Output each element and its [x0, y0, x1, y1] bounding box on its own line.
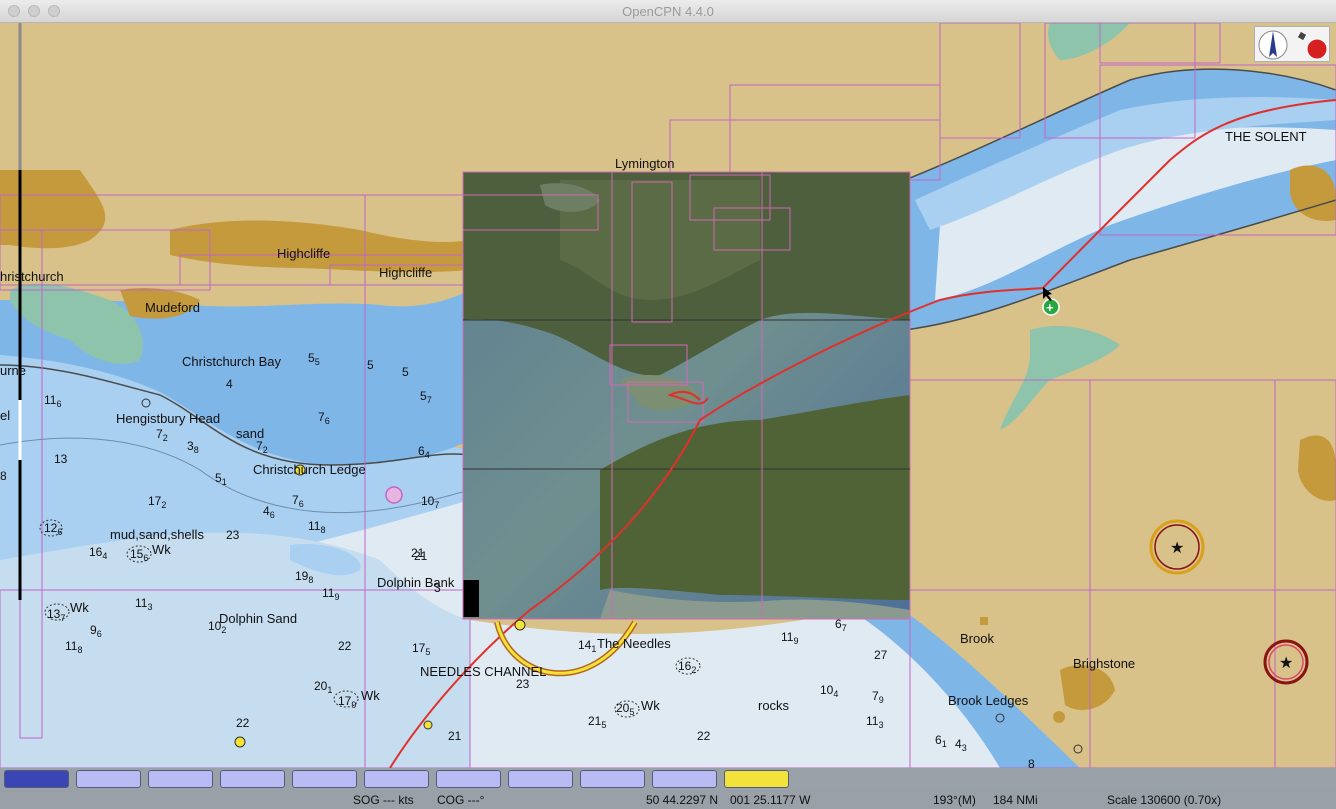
builtup-christchurch	[0, 170, 106, 249]
sounding: 3	[434, 581, 441, 595]
status-bar: SOG --- kts COG ---° 50 44.2297 N 001 25…	[0, 790, 1336, 809]
label-mud-sand-shells: mud,sand,shells	[110, 527, 204, 542]
nautical-chart[interactable]: ★ ★ + Lymington THE SOLENT Highcliffe Hi…	[0, 23, 1336, 768]
chart-piano-key[interactable]	[436, 770, 501, 788]
label-mudeford: Mudeford	[145, 300, 200, 315]
anchorage-icon	[385, 486, 403, 504]
builtup-brighstone	[1060, 665, 1115, 710]
sounding: 27	[874, 648, 888, 662]
window-title: OpenCPN 4.4.0	[622, 4, 714, 19]
chart-piano-key[interactable]	[652, 770, 717, 788]
sounding: 21	[448, 729, 462, 743]
cursor-latitude: 50 44.2297 N	[646, 793, 719, 807]
lights: ★ ★	[1149, 519, 1309, 685]
label-highcliffe-2: Highcliffe	[379, 265, 432, 280]
label-el: el	[0, 408, 10, 423]
label-dolphin-bank: Dolphin Bank	[377, 575, 455, 590]
window-titlebar: OpenCPN 4.4.0	[0, 0, 1336, 23]
chart-canvas[interactable]: ★ ★ + Lymington THE SOLENT Highcliffe Hi…	[0, 23, 1336, 768]
sounding: 23	[226, 528, 240, 542]
intertidal-area-3	[1048, 23, 1130, 60]
label-urne: urne	[0, 363, 26, 378]
sounding: 21	[411, 546, 425, 560]
label-christchurch-bay: Christchurch Bay	[182, 354, 281, 369]
chart-piano-key[interactable]	[292, 770, 357, 788]
sog-readout: SOG --- kts	[353, 793, 414, 807]
satellite-overlay	[462, 171, 911, 620]
label-brook-ledges: Brook Ledges	[948, 693, 1029, 708]
cursor-range: 184 NMi	[993, 793, 1038, 807]
label-christchurch-ledge: Christchurch Ledge	[253, 462, 366, 477]
label-wreck-4: Wk	[641, 698, 660, 713]
svg-text:★: ★	[1170, 540, 1184, 557]
chart-piano-key[interactable]	[4, 770, 69, 788]
plus-icon: +	[1046, 300, 1054, 315]
chart-piano-key[interactable]	[508, 770, 573, 788]
label-christchurch: hristchurch	[0, 269, 64, 284]
landmark-icon	[980, 617, 988, 625]
label-rocks: rocks	[758, 698, 790, 713]
label-wreck: Wk	[152, 542, 171, 557]
intertidal-area-2	[1000, 325, 1120, 430]
chart-piano-key[interactable]	[76, 770, 141, 788]
gps-status-icon[interactable]	[1297, 31, 1328, 60]
cursor-bearing: 193°(M)	[933, 793, 976, 807]
sounding: 13	[54, 452, 68, 466]
cog-readout: COG ---°	[437, 793, 485, 807]
north-up-compass-icon[interactable]	[1258, 30, 1288, 60]
tower-icon	[1053, 711, 1065, 723]
cursor-longitude: 001 25.1177 W	[730, 793, 811, 807]
sounding: 5	[402, 365, 409, 379]
sounding: 22	[236, 716, 250, 730]
sounding: 8	[0, 469, 7, 483]
label-the-solent: THE SOLENT	[1225, 129, 1307, 144]
svg-text:★: ★	[1279, 655, 1293, 672]
label-lymington: Lymington	[615, 156, 675, 171]
chart-piano-key[interactable]	[148, 770, 213, 788]
chart-scale: Scale 130600 (0.70x)	[1107, 793, 1222, 807]
chart-piano-bar	[0, 768, 1336, 790]
chart-piano-key[interactable]	[724, 770, 789, 788]
label-the-needles: The Needles	[597, 636, 671, 651]
sounding: 8	[1028, 757, 1035, 768]
label-wreck-3: Wk	[361, 688, 380, 703]
label-highcliffe: Highcliffe	[277, 246, 330, 261]
sounding: 22	[697, 729, 711, 743]
sounding: 4	[226, 377, 233, 391]
sounding: 22	[338, 639, 352, 653]
chart-piano-key[interactable]	[580, 770, 645, 788]
chart-piano-key[interactable]	[220, 770, 285, 788]
label-brighstone: Brighstone	[1073, 656, 1135, 671]
builtup-east-2	[1298, 435, 1336, 501]
label-hengistbury-head: Hengistbury Head	[116, 411, 220, 426]
label-brook: Brook	[960, 631, 994, 646]
label-dolphin-sand: Dolphin Sand	[219, 611, 297, 626]
label-wreck-2: Wk	[70, 600, 89, 615]
sounding: 23	[516, 677, 530, 691]
chart-toolbar	[1254, 26, 1330, 62]
sounding: 5	[367, 358, 374, 372]
chart-piano-key[interactable]	[364, 770, 429, 788]
